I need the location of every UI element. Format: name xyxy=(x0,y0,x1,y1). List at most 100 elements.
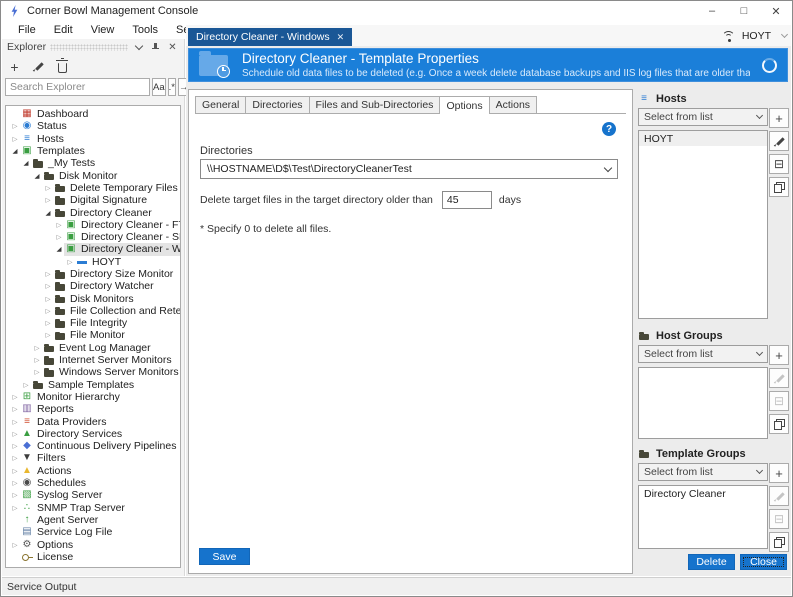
directories-combobox[interactable]: \\HOSTNAME\D$\Test\DirectoryCleanerTest xyxy=(200,159,618,179)
pin-icon[interactable] xyxy=(149,41,162,54)
template-groups-copy-button[interactable] xyxy=(769,532,789,552)
close-button[interactable]: Close xyxy=(740,554,787,570)
expander-collapsed-icon[interactable]: ▷ xyxy=(10,454,20,462)
expander-collapsed-icon[interactable]: ▷ xyxy=(10,135,20,143)
tree-item-disk-monitors[interactable]: ▷Disk Monitors xyxy=(6,292,180,304)
template-groups-dropdown[interactable]: Select from list xyxy=(638,463,768,481)
tree-item-reports[interactable]: ▷▥Reports xyxy=(6,403,180,415)
list-item-directory-cleaner[interactable]: Directory Cleaner xyxy=(639,486,767,501)
expander-collapsed-icon[interactable]: ▷ xyxy=(10,122,20,130)
expander-collapsed-icon[interactable]: ▷ xyxy=(43,282,53,290)
tree-item-sample-templates[interactable]: ▷Sample Templates xyxy=(6,379,180,391)
tree-item-windows-server-monitors[interactable]: ▷Windows Server Monitors xyxy=(6,366,180,378)
expander-collapsed-icon[interactable]: ▷ xyxy=(10,504,20,512)
tree-item-disk-monitor[interactable]: ◢Disk Monitor xyxy=(6,169,180,181)
hosts-edit-button[interactable] xyxy=(769,131,789,151)
host-groups-dropdown-chevron-icon[interactable] xyxy=(756,349,763,356)
expander-expanded-icon[interactable]: ◢ xyxy=(43,209,53,217)
search-input[interactable] xyxy=(5,78,150,96)
tree-item-directory-cleaner-ftp-s[interactable]: ▷▣Directory Cleaner - FTP/S xyxy=(6,219,180,231)
expander-collapsed-icon[interactable]: ▷ xyxy=(43,184,53,192)
host-groups-copy-button[interactable] xyxy=(769,414,789,434)
tree-item-directory-cleaner[interactable]: ◢Directory Cleaner xyxy=(6,206,180,218)
menu-view[interactable]: View xyxy=(82,24,124,36)
expander-collapsed-icon[interactable]: ▷ xyxy=(10,418,20,426)
list-item-hoyt[interactable]: HOYT xyxy=(639,131,767,146)
hosts-dropdown-chevron-icon[interactable] xyxy=(756,112,763,119)
help-icon[interactable]: ? xyxy=(602,122,616,136)
menu-tools[interactable]: Tools xyxy=(123,24,167,36)
expander-collapsed-icon[interactable]: ▷ xyxy=(43,307,53,315)
tree-item-file-collection-and-retention[interactable]: ▷File Collection and Retention xyxy=(6,305,180,317)
combo-chevron-icon[interactable] xyxy=(604,163,612,171)
tab-options[interactable]: Options xyxy=(439,96,489,114)
tree-item-service-log-file[interactable]: ▤Service Log File xyxy=(6,526,180,538)
delete-days-input[interactable] xyxy=(442,191,492,209)
close-icon[interactable]: ✕ xyxy=(760,1,792,21)
match-case-button[interactable]: Aa xyxy=(152,78,166,96)
expander-collapsed-icon[interactable]: ▷ xyxy=(10,405,20,413)
expander-collapsed-icon[interactable]: ▷ xyxy=(43,270,53,278)
tree-item-delete-temporary-files[interactable]: ▷Delete Temporary Files xyxy=(6,182,180,194)
service-output-label[interactable]: Service Output xyxy=(7,581,76,593)
expander-collapsed-icon[interactable]: ▷ xyxy=(43,196,53,204)
tree-item-digital-signature[interactable]: ▷Digital Signature xyxy=(6,194,180,206)
tree-item-dashboard[interactable]: ▦Dashboard xyxy=(6,108,180,120)
expander-expanded-icon[interactable]: ◢ xyxy=(32,172,42,180)
tree-item-schedules[interactable]: ▷◉Schedules xyxy=(6,477,180,489)
tree-item-license[interactable]: License xyxy=(6,551,180,563)
hosts-add-button[interactable]: + xyxy=(769,108,789,128)
expander-collapsed-icon[interactable]: ▷ xyxy=(10,442,20,450)
tree-item-directory-size-monitor[interactable]: ▷Directory Size Monitor xyxy=(6,268,180,280)
hosts-dropdown[interactable]: Select from list xyxy=(638,108,768,126)
hosts-copy-button[interactable] xyxy=(769,177,789,197)
delete-button[interactable] xyxy=(53,57,72,76)
tab-general[interactable]: General xyxy=(195,96,246,113)
tree-item-directory-watcher[interactable]: ▷Directory Watcher xyxy=(6,280,180,292)
tree-item-hosts[interactable]: ▷≡Hosts xyxy=(6,133,180,145)
expander-collapsed-icon[interactable]: ▷ xyxy=(54,221,64,229)
expander-collapsed-icon[interactable]: ▷ xyxy=(43,319,53,327)
tab-files-and-sub-directories[interactable]: Files and Sub-Directories xyxy=(309,96,441,113)
save-button[interactable]: Save xyxy=(199,548,250,565)
tree-item-file-integrity[interactable]: ▷File Integrity xyxy=(6,317,180,329)
tree-item-hoyt[interactable]: ▷▬HOYT xyxy=(6,256,180,268)
regex-button[interactable]: .* xyxy=(168,78,176,96)
expander-collapsed-icon[interactable]: ▷ xyxy=(10,430,20,438)
expander-collapsed-icon[interactable]: ▷ xyxy=(43,295,53,303)
expander-expanded-icon[interactable]: ◢ xyxy=(10,147,20,155)
tab-actions[interactable]: Actions xyxy=(489,96,537,113)
host-groups-dropdown[interactable]: Select from list xyxy=(638,345,768,363)
maximize-icon[interactable]: □ xyxy=(728,1,760,21)
host-groups-add-button[interactable]: + xyxy=(769,345,789,365)
tree-item-status[interactable]: ▷◉Status xyxy=(6,120,180,132)
delete-template-button[interactable]: Delete xyxy=(688,554,735,570)
expander-collapsed-icon[interactable]: ▷ xyxy=(32,368,42,376)
tree-item-my-tests[interactable]: ◢_My Tests xyxy=(6,157,180,169)
tab-directories[interactable]: Directories xyxy=(245,96,309,113)
expander-collapsed-icon[interactable]: ▷ xyxy=(32,356,42,364)
expander-collapsed-icon[interactable]: ▷ xyxy=(43,331,53,339)
tree-item-agent-server[interactable]: ↑Agent Server xyxy=(6,514,180,526)
add-button[interactable]: + xyxy=(5,57,24,76)
expander-collapsed-icon[interactable]: ▷ xyxy=(10,479,20,487)
expander-collapsed-icon[interactable]: ▷ xyxy=(10,541,20,549)
chevron-down-icon[interactable] xyxy=(132,41,145,54)
expander-collapsed-icon[interactable]: ▷ xyxy=(10,491,20,499)
tree-item-continuous-delivery-pipelines[interactable]: ▷◆Continuous Delivery Pipelines xyxy=(6,440,180,452)
tab-directory-cleaner-windows[interactable]: Directory Cleaner - Windows ✕ xyxy=(188,28,352,46)
expander-collapsed-icon[interactable]: ▷ xyxy=(65,258,75,266)
tree-item-event-log-manager[interactable]: ▷Event Log Manager xyxy=(6,342,180,354)
tree-item-options[interactable]: ▷⚙Options xyxy=(6,538,180,550)
tree-item-data-providers[interactable]: ▷≡Data Providers xyxy=(6,415,180,427)
tree-item-directory-cleaner-sftp[interactable]: ▷▣Directory Cleaner - SFTP xyxy=(6,231,180,243)
tree-item-internet-server-monitors[interactable]: ▷Internet Server Monitors xyxy=(6,354,180,366)
menu-edit[interactable]: Edit xyxy=(45,24,82,36)
tabstrip-chevron-icon[interactable] xyxy=(781,31,788,38)
template-groups-dropdown-chevron-icon[interactable] xyxy=(756,467,763,474)
tree-item-templates[interactable]: ◢▣Templates xyxy=(6,145,180,157)
tree-item-directory-cleaner-windows[interactable]: ◢▣Directory Cleaner - Windows xyxy=(6,243,180,255)
tree-item-syslog-server[interactable]: ▷▧Syslog Server xyxy=(6,489,180,501)
expander-expanded-icon[interactable]: ◢ xyxy=(21,159,31,167)
minimize-icon[interactable]: – xyxy=(696,1,728,21)
